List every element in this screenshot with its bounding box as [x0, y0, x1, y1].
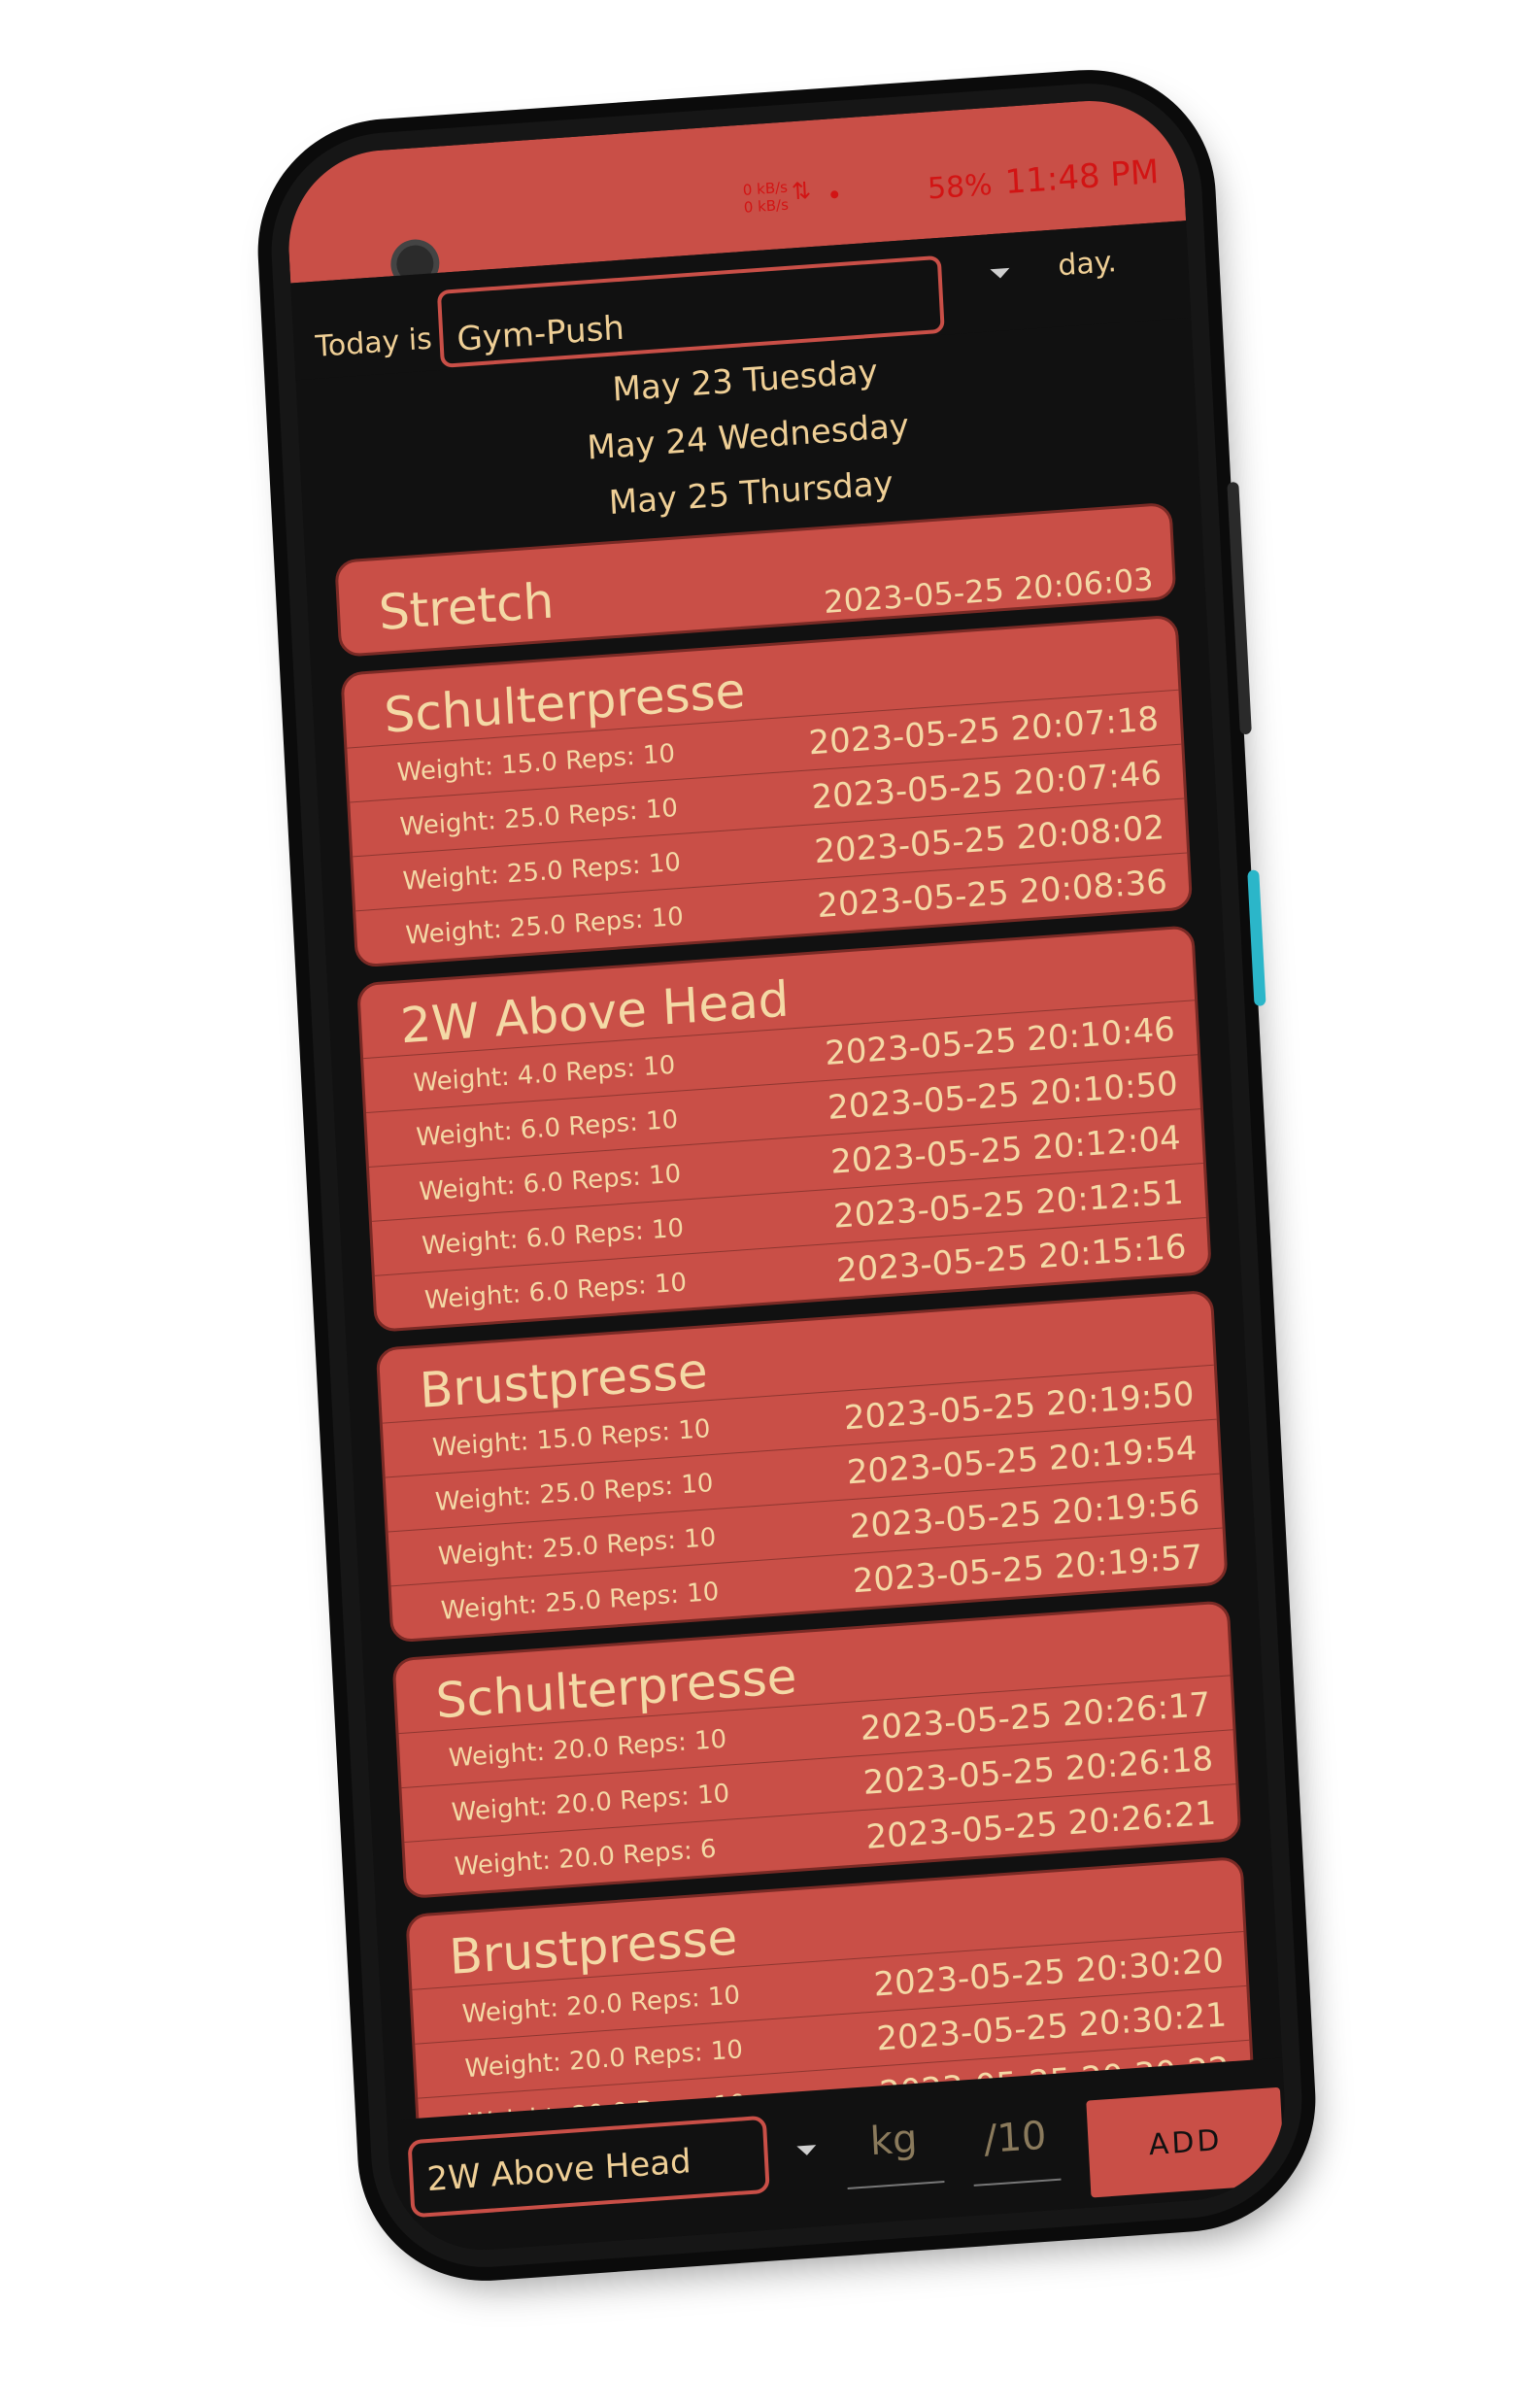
- power-button: [1227, 481, 1252, 735]
- net-down-text: 0 kB/s: [743, 195, 790, 217]
- app-screen: 0 kB/s 0 kB/s ⇅ 58% 11:48 PM Today is Gy…: [284, 94, 1290, 2256]
- set-weight-reps: Weight: 25.0 Reps: 10: [440, 1577, 720, 1626]
- reps-input[interactable]: /10: [970, 2112, 1062, 2187]
- exercise-card[interactable]: Schulterpresse Weight: 15.0 Reps: 10 2023-…: [340, 614, 1194, 968]
- set-weight-reps: Weight: 20.0 Reps: 6: [454, 1834, 718, 1882]
- volume-button: [1247, 869, 1266, 1007]
- phone-frame: 0 kB/s 0 kB/s ⇅ 58% 11:48 PM Today is Gy…: [265, 76, 1308, 2275]
- set-weight-reps: Weight: 6.0 Reps: 10: [418, 1159, 682, 1207]
- set-weight-reps: Weight: 20.0 Reps: 10: [460, 1981, 741, 2030]
- dropdown-arrow-icon[interactable]: [796, 2145, 817, 2156]
- exercise-dropdown[interactable]: 2W Above Head: [407, 2115, 770, 2219]
- set-weight-reps: Weight: 20.0 Reps: 10: [451, 1779, 730, 1828]
- exercise-card[interactable]: Schulterpresse Weight: 20.0 Reps: 10 2023-…: [391, 1600, 1242, 1900]
- set-weight-reps: Weight: 6.0 Reps: 10: [421, 1213, 685, 1262]
- weight-input[interactable]: kg: [844, 2115, 945, 2190]
- exercise-card[interactable]: 2W Above Head Weight: 4.0 Reps: 10 2023-05…: [356, 925, 1212, 1333]
- notification-dot-icon: [830, 189, 839, 199]
- set-weight-reps: Weight: 15.0 Reps: 10: [431, 1414, 712, 1464]
- set-weight-reps: Weight: 6.0 Reps: 10: [423, 1268, 688, 1316]
- clock: 11:48 PM: [1003, 152, 1161, 202]
- exercise-timestamp: 2023-05-25 20:06:03: [823, 560, 1155, 621]
- set-weight-reps: Weight: 25.0 Reps: 10: [404, 901, 685, 951]
- network-speed: 0 kB/s 0 kB/s: [742, 179, 789, 217]
- exercise-title: Stretch: [377, 572, 556, 641]
- set-weight-reps: Weight: 25.0 Reps: 10: [401, 847, 682, 897]
- set-weight-reps: Weight: 6.0 Reps: 10: [415, 1104, 679, 1153]
- day-suffix-label: day.: [1057, 245, 1118, 284]
- set-weight-reps: Weight: 25.0 Reps: 10: [437, 1522, 718, 1572]
- today-label: Today is: [314, 322, 433, 364]
- set-weight-reps: Weight: 20.0 Reps: 10: [463, 2035, 744, 2085]
- add-button[interactable]: ADD: [1086, 2086, 1286, 2198]
- exercise-dropdown-value: 2W Above Head: [425, 2142, 692, 2200]
- data-transfer-icon: ⇅: [791, 176, 812, 206]
- day-type-value: Gym-Push: [456, 308, 625, 359]
- phone-photo: 0 kB/s 0 kB/s ⇅ 58% 11:48 PM Today is Gy…: [0, 0, 1519, 2408]
- exercise-log-list[interactable]: Stretch 2023-05-25 20:06:03 Schulterpresse…: [305, 491, 1284, 2157]
- exercise-card[interactable]: Brustpresse Weight: 15.0 Reps: 10 2023-05-…: [375, 1289, 1229, 1644]
- set-weight-reps: Weight: 20.0 Reps: 10: [448, 1724, 727, 1774]
- set-weight-reps: Weight: 25.0 Reps: 10: [434, 1469, 715, 1517]
- set-weight-reps: Weight: 15.0 Reps: 10: [396, 739, 676, 789]
- dropdown-arrow-icon[interactable]: [990, 267, 1010, 280]
- battery-level: 58%: [927, 167, 994, 207]
- set-weight-reps: Weight: 25.0 Reps: 10: [398, 793, 679, 842]
- set-weight-reps: Weight: 4.0 Reps: 10: [412, 1050, 676, 1099]
